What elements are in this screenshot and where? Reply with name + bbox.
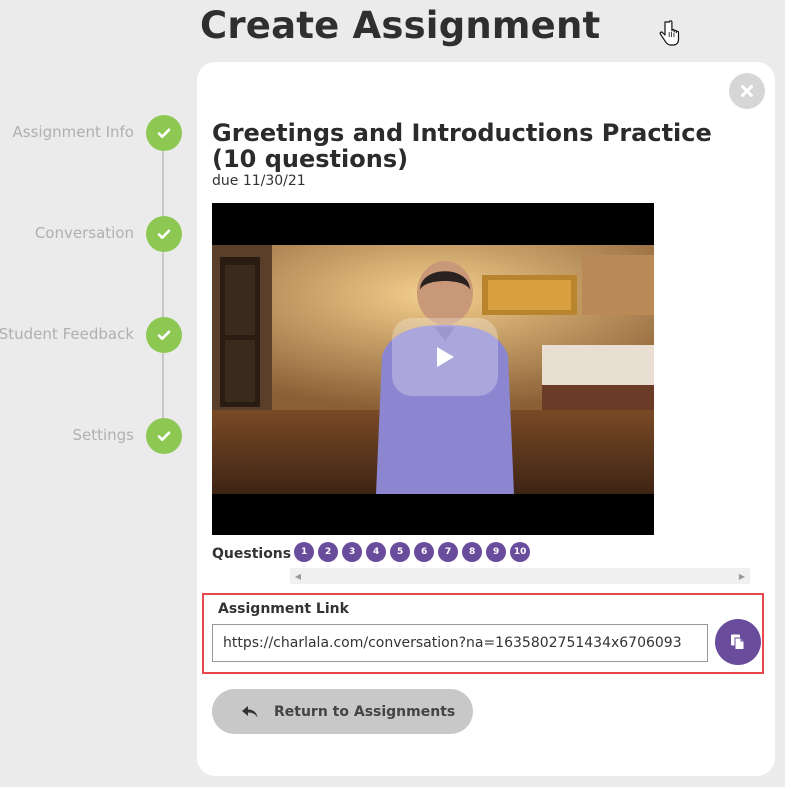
page-title: Create Assignment — [200, 4, 601, 47]
assignment-link-section: Assignment Link — [202, 593, 764, 674]
step-connector-line — [162, 132, 164, 436]
play-icon — [437, 347, 454, 367]
copy-icon — [731, 634, 745, 650]
questions-row: Questions 1 2 3 4 5 6 7 8 9 10 — [212, 540, 534, 564]
close-icon — [741, 85, 753, 97]
return-label: Return to Assignments — [274, 703, 456, 720]
play-button[interactable] — [392, 318, 498, 396]
question-button-8[interactable]: 8 — [462, 542, 483, 562]
question-button-3[interactable]: 3 — [342, 542, 363, 562]
step-student-feedback[interactable]: Student Feedback — [0, 314, 190, 354]
step-label: Settings — [72, 426, 134, 444]
due-date: due 11/30/21 — [212, 173, 306, 189]
step-assignment-info[interactable]: Assignment Info — [0, 112, 190, 152]
question-button-1[interactable]: 1 — [294, 542, 315, 562]
step-conversation[interactable]: Conversation — [0, 213, 190, 253]
hand-cursor-icon — [659, 20, 680, 46]
copy-link-button[interactable] — [715, 619, 761, 665]
question-button-6[interactable]: 6 — [414, 542, 435, 562]
assignment-card: Greetings and Introductions Practice (10… — [197, 62, 775, 776]
check-icon — [146, 418, 182, 454]
question-button-7[interactable]: 7 — [438, 542, 459, 562]
assignment-link-field[interactable] — [212, 624, 708, 662]
return-to-assignments-button[interactable]: Return to Assignments — [212, 689, 473, 734]
questions-scrollbar[interactable]: ◀ ▶ — [290, 568, 750, 584]
check-icon — [146, 115, 182, 151]
question-button-2[interactable]: 2 — [318, 542, 339, 562]
check-icon — [146, 317, 182, 353]
assignment-link-label: Assignment Link — [218, 601, 349, 617]
question-button-4[interactable]: 4 — [366, 542, 387, 562]
reply-arrow-icon — [242, 705, 258, 717]
check-icon — [146, 216, 182, 252]
step-label: Conversation — [34, 224, 134, 242]
video-player[interactable] — [212, 203, 654, 535]
assignment-steps: Assignment Info Conversation Student Fee… — [0, 110, 190, 460]
scroll-right-icon[interactable]: ▶ — [734, 568, 750, 584]
question-button-9[interactable]: 9 — [486, 542, 507, 562]
questions-label: Questions — [212, 546, 292, 562]
step-label: Assignment Info — [12, 123, 134, 141]
assignment-title: Greetings and Introductions Practice (10… — [212, 119, 712, 173]
question-button-5[interactable]: 5 — [390, 542, 411, 562]
video-frame — [212, 245, 654, 494]
scroll-left-icon[interactable]: ◀ — [290, 568, 306, 584]
question-button-10[interactable]: 10 — [510, 542, 531, 562]
step-settings[interactable]: Settings — [0, 415, 190, 455]
step-label: Student Feedback — [0, 325, 134, 343]
close-button[interactable] — [729, 73, 765, 109]
